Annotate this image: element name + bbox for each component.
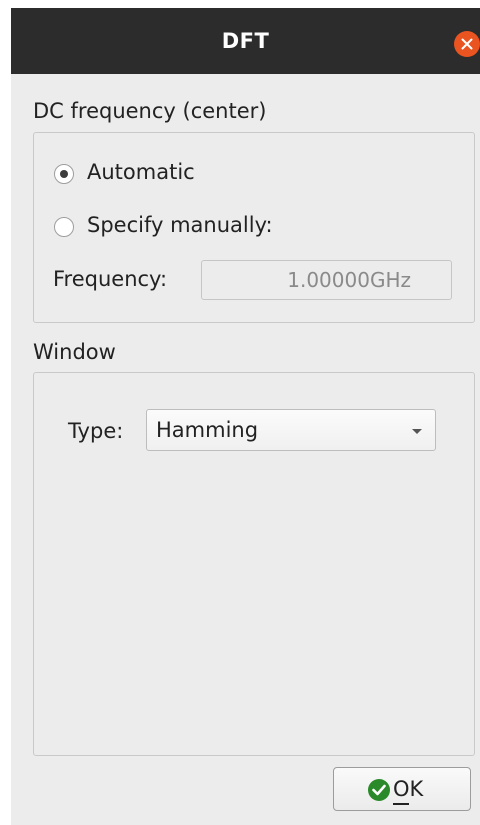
close-button[interactable] bbox=[454, 31, 480, 57]
automatic-radio-label: Automatic bbox=[87, 160, 195, 184]
dc-frequency-section-label: DC frequency (center) bbox=[33, 99, 267, 123]
chevron-down-icon bbox=[412, 429, 422, 434]
radio-selected-dot bbox=[60, 170, 68, 178]
ok-button[interactable]: OK bbox=[333, 767, 471, 811]
dft-dialog: DFT DC frequency (center) Automatic Spec… bbox=[11, 8, 480, 825]
frequency-input[interactable] bbox=[201, 260, 452, 300]
window-title: DFT bbox=[221, 29, 270, 53]
automatic-radio[interactable]: Automatic bbox=[54, 160, 254, 190]
automatic-radio-button[interactable] bbox=[54, 164, 74, 184]
specify-manually-radio-button[interactable] bbox=[54, 217, 74, 237]
window-section-label: Window bbox=[33, 340, 116, 364]
window-type-value: Hamming bbox=[156, 418, 259, 442]
frequency-label: Frequency: bbox=[53, 267, 168, 291]
checkmark-icon bbox=[368, 779, 390, 801]
type-label: Type: bbox=[68, 419, 124, 443]
close-icon bbox=[461, 38, 473, 50]
ok-button-label: OK bbox=[393, 777, 424, 801]
window-type-select[interactable]: Hamming bbox=[146, 409, 436, 451]
specify-manually-radio-label: Specify manually: bbox=[87, 213, 273, 237]
specify-manually-radio[interactable]: Specify manually: bbox=[54, 213, 314, 243]
title-bar: DFT bbox=[11, 8, 480, 74]
ok-mnemonic-underline bbox=[393, 803, 409, 805]
